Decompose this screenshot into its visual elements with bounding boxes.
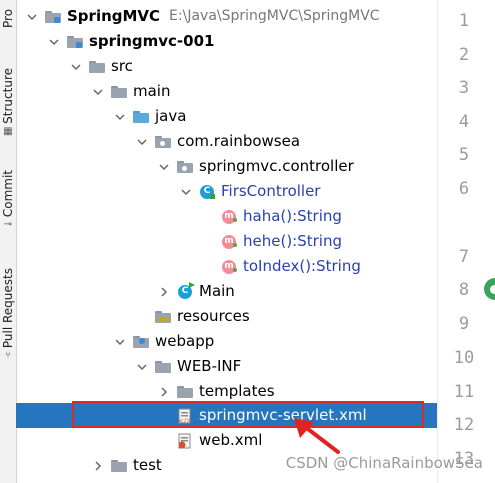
- sidebar-tab-commit[interactable]: Commit ⊸: [0, 170, 16, 230]
- sidebar-tab-project[interactable]: Pro: [0, 0, 16, 28]
- chevron-right-icon[interactable]: [90, 453, 106, 478]
- sidebar-tab-label: Structure: [1, 68, 15, 124]
- folder-label: main: [133, 82, 171, 100]
- annotation-highlight-box: [72, 401, 424, 428]
- tree-row-webapp[interactable]: webapp: [16, 329, 437, 354]
- line-number: 6: [458, 179, 470, 199]
- folder-label: WEB-INF: [177, 357, 242, 375]
- tree-row-module[interactable]: springmvc-001: [16, 29, 437, 54]
- editor-gutter: 1 2 3 4 5 6 7 8 9 10 11 12 13: [437, 0, 495, 483]
- package-icon: [154, 129, 172, 154]
- method-label: toIndex():String: [243, 257, 361, 275]
- sidebar-tab-label: Commit: [1, 170, 15, 218]
- chevron-down-icon[interactable]: [156, 154, 172, 179]
- class-label: FirsController: [221, 182, 321, 200]
- structure-icon: ▦: [3, 125, 13, 137]
- project-name: SpringMVC: [67, 7, 161, 25]
- method-icon: m: [220, 229, 238, 254]
- module-folder-icon: [66, 29, 84, 54]
- line-number: 5: [458, 145, 470, 165]
- chevron-down-icon[interactable]: [134, 354, 150, 379]
- file-label: web.xml: [199, 431, 263, 449]
- folder-icon: [110, 453, 128, 478]
- tree-row-package[interactable]: com.rainbowsea: [16, 129, 437, 154]
- folder-label: test: [133, 456, 162, 474]
- method-label: haha():String: [243, 207, 342, 225]
- tree-row-main-class[interactable]: C Main: [16, 279, 437, 304]
- method-icon: m: [220, 204, 238, 229]
- folder-icon: [110, 79, 128, 104]
- tree-row-src[interactable]: src: [16, 54, 437, 79]
- package-label: springmvc.controller: [199, 157, 354, 175]
- folder-label: src: [111, 57, 133, 75]
- sidebar-tab-pull-requests[interactable]: Pull Requests ⑂: [0, 268, 16, 361]
- line-number: 2: [458, 45, 470, 65]
- line-number: 7: [458, 247, 470, 267]
- web-folder-icon: [132, 329, 150, 354]
- runnable-class-icon: C: [176, 279, 195, 304]
- line-number: 8: [458, 280, 470, 300]
- chevron-down-icon[interactable]: [90, 79, 106, 104]
- tree-row-method[interactable]: m hehe():String: [16, 229, 437, 254]
- chevron-down-icon[interactable]: [24, 4, 40, 29]
- sidebar-tab-label: Pull Requests: [1, 268, 15, 349]
- line-number: 9: [458, 314, 470, 334]
- module-name: springmvc-001: [89, 32, 215, 50]
- chevron-down-icon[interactable]: [112, 329, 128, 354]
- source-folder-icon: [132, 104, 150, 129]
- sidebar-tab-label: Pro: [1, 8, 15, 28]
- line-number: 11: [453, 382, 475, 402]
- tree-row-main[interactable]: main: [16, 79, 437, 104]
- package-icon: [176, 154, 194, 179]
- chevron-right-icon[interactable]: [156, 279, 172, 304]
- folder-icon: [88, 54, 106, 79]
- folder-label: resources: [177, 307, 250, 325]
- tree-row-resources[interactable]: resources: [16, 304, 437, 329]
- line-number: 12: [453, 415, 475, 435]
- watermark: CSDN @ChinaRainbowSea: [285, 454, 483, 472]
- project-tree: SpringMVC E:\Java\SpringMVC\SpringMVC sp…: [16, 0, 437, 483]
- project-path: E:\Java\SpringMVC\SpringMVC: [169, 8, 380, 24]
- xml-file-icon: [176, 428, 194, 453]
- tree-row-class[interactable]: C FirsController: [16, 179, 437, 204]
- resources-folder-icon: [154, 304, 172, 329]
- tree-row-project[interactable]: SpringMVC E:\Java\SpringMVC\SpringMVC: [16, 4, 437, 29]
- method-icon: m: [220, 254, 238, 279]
- line-number: 10: [453, 348, 475, 368]
- folder-icon: [154, 354, 172, 379]
- class-icon: C: [198, 179, 216, 204]
- chevron-down-icon[interactable]: [112, 104, 128, 129]
- line-number: 1: [458, 11, 470, 31]
- tool-window-strip: Pro Structure ▦ Commit ⊸ Pull Requests ⑂: [0, 0, 17, 483]
- folder-label: java: [155, 107, 187, 125]
- chevron-down-icon[interactable]: [178, 179, 194, 204]
- tree-row-method[interactable]: m toIndex():String: [16, 254, 437, 279]
- tree-row-method[interactable]: m haha():String: [16, 204, 437, 229]
- tree-row-controller-package[interactable]: springmvc.controller: [16, 154, 437, 179]
- tree-row-web-xml[interactable]: web.xml: [16, 428, 437, 453]
- package-label: com.rainbowsea: [177, 132, 301, 150]
- pull-request-icon: ⑂: [5, 350, 11, 362]
- chevron-down-icon[interactable]: [46, 29, 62, 54]
- chevron-down-icon[interactable]: [68, 54, 84, 79]
- folder-label: webapp: [155, 332, 215, 350]
- chevron-down-icon[interactable]: [134, 129, 150, 154]
- sidebar-tab-structure[interactable]: Structure ▦: [0, 68, 16, 137]
- line-number: 4: [458, 112, 470, 132]
- tree-row-webinf[interactable]: WEB-INF: [16, 354, 437, 379]
- run-gutter-icon-inner: [490, 285, 495, 294]
- line-number: 3: [458, 78, 470, 98]
- class-label: Main: [199, 282, 235, 300]
- commit-icon: ⊸: [3, 219, 13, 231]
- module-folder-icon: [44, 4, 62, 29]
- tree-row-java[interactable]: java: [16, 104, 437, 129]
- method-label: hehe():String: [243, 232, 342, 250]
